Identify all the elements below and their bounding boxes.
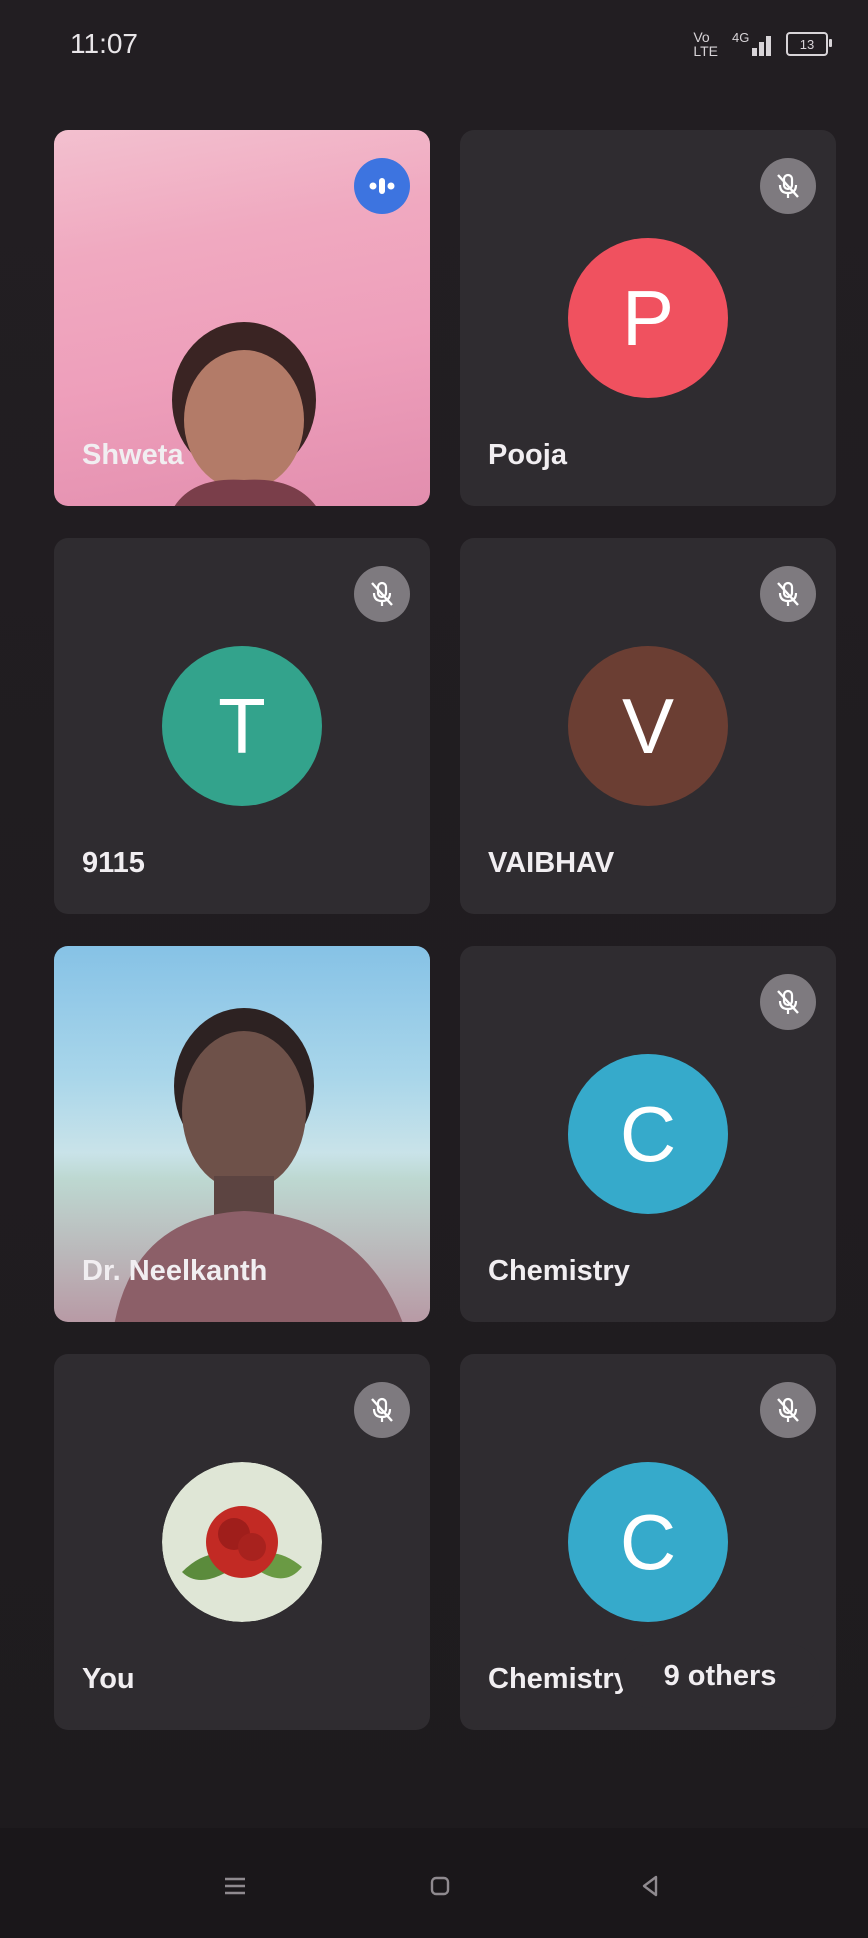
participant-avatar: P: [568, 238, 728, 398]
volte-icon: Vo LTE: [693, 29, 718, 59]
participant-tile-vaibhav[interactable]: V VAIBHAV: [460, 538, 836, 914]
participant-video-shweta: [172, 322, 316, 506]
mic-off-icon: [760, 158, 816, 214]
others-button[interactable]: 9 others: [620, 1644, 820, 1708]
battery-icon: 13: [786, 32, 832, 56]
meeting-screen: 11:07 Vo LTE 4G 13 Shweta P Pooja T 9115…: [0, 0, 868, 1938]
mic-off-icon: [354, 566, 410, 622]
menu-icon[interactable]: [215, 1866, 255, 1906]
status-bar: 11:07 Vo LTE 4G 13: [0, 0, 868, 100]
home-icon[interactable]: [420, 1866, 460, 1906]
participant-name: Shweta: [82, 439, 184, 471]
participant-tile-pooja[interactable]: P Pooja: [460, 130, 836, 506]
mic-off-icon: [760, 566, 816, 622]
participant-avatar: V: [568, 646, 728, 806]
signal-icon: 4G: [732, 30, 772, 56]
navigation-bar: [0, 1828, 868, 1938]
participant-name: 9115: [82, 847, 145, 879]
participant-avatar: C: [568, 1054, 728, 1214]
participant-tile-9115[interactable]: T 9115: [54, 538, 430, 914]
participant-avatar: T: [162, 646, 322, 806]
participant-name: Chemistry: [488, 1255, 630, 1287]
participant-name: Chemistry: [488, 1663, 630, 1695]
status-icons: Vo LTE 4G 13: [693, 29, 832, 59]
participant-tile-you[interactable]: You: [54, 1354, 430, 1730]
network-label: 4G: [732, 30, 750, 45]
back-icon[interactable]: [630, 1866, 670, 1906]
status-time: 11:07: [70, 28, 138, 59]
participant-tile-chemistry[interactable]: C Chemistry: [460, 946, 836, 1322]
participant-tile-neelkanth[interactable]: Dr. Neelkanth: [54, 946, 430, 1322]
participant-avatar: C: [568, 1462, 728, 1622]
participant-name: Dr. Neelkanth: [82, 1255, 268, 1287]
speaking-indicator-icon: [354, 158, 410, 214]
participant-name: You: [82, 1663, 135, 1695]
rose-avatar-icon: [162, 1462, 322, 1622]
mic-off-icon: [760, 1382, 816, 1438]
participant-tile-shweta[interactable]: Shweta: [54, 130, 430, 506]
mic-off-icon: [354, 1382, 410, 1438]
participant-name: VAIBHAV: [488, 847, 615, 879]
participant-name: Pooja: [488, 439, 567, 471]
mic-off-icon: [760, 974, 816, 1030]
battery-level: 13: [799, 36, 815, 52]
